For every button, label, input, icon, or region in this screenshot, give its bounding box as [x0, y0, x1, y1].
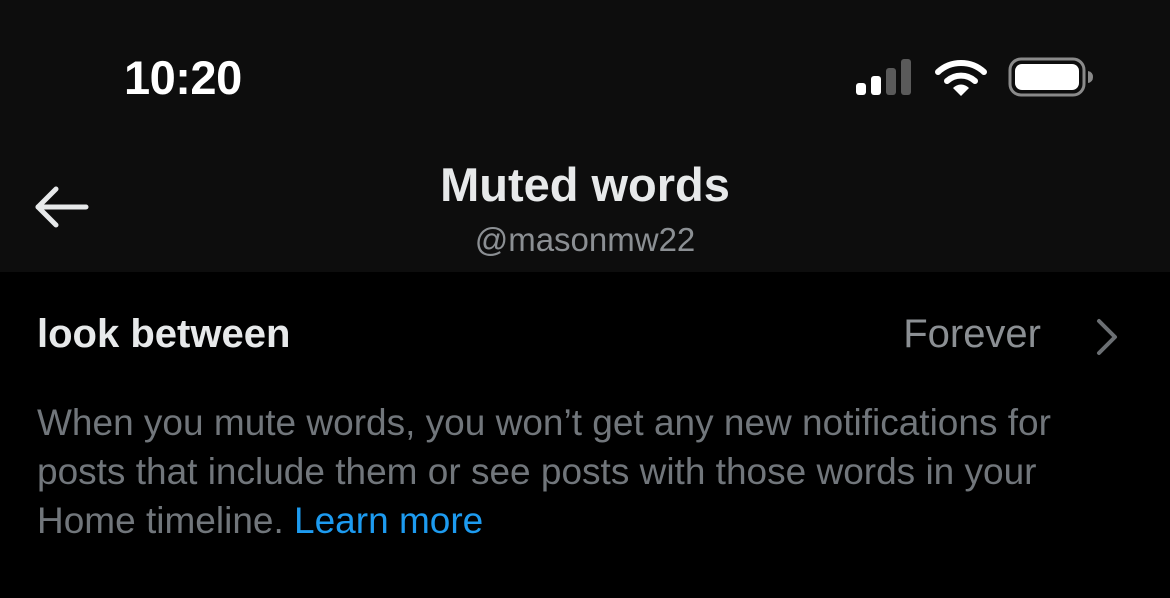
learn-more-link[interactable]: Learn more [294, 500, 483, 541]
account-handle: @masonmw22 [474, 221, 696, 258]
page-title: Muted words [440, 158, 730, 211]
header-area: 10:20 Muted words @masonmw22 [0, 0, 1170, 272]
chevron-right-icon [1097, 319, 1117, 355]
description-text: When you mute words, you won’t get any n… [37, 402, 1051, 541]
muted-words-description: When you mute words, you won’t get any n… [37, 398, 1137, 545]
muted-word-item[interactable]: look between Forever [0, 290, 1170, 380]
status-time: 10:20 [124, 51, 242, 104]
battery-icon [1008, 57, 1093, 97]
wifi-icon [935, 60, 987, 96]
cellular-signal-icon [856, 59, 911, 95]
muted-word-label: look between [37, 312, 291, 356]
mute-duration: Forever [903, 312, 1041, 356]
